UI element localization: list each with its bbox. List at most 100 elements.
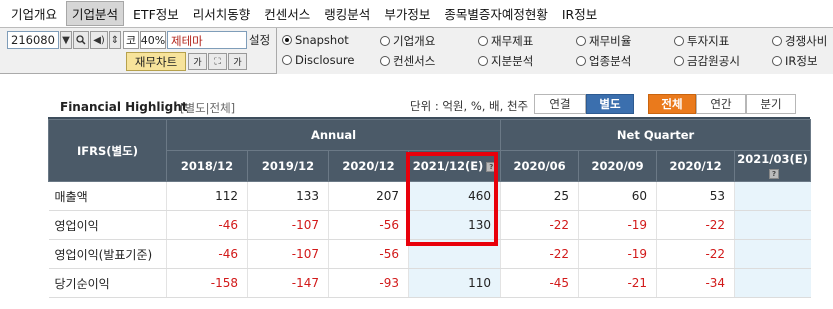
radio-dot xyxy=(576,36,586,46)
header-ifrs: IFRS(별도) xyxy=(48,119,167,182)
theme-name-field[interactable]: 제테마 xyxy=(167,31,247,49)
table-cell: -22 xyxy=(500,210,579,240)
row-label: 영업이익(발표기준) xyxy=(48,239,167,269)
table-cell: 112 xyxy=(166,181,248,211)
table-cell: -34 xyxy=(656,268,735,298)
radio-dot xyxy=(282,55,292,65)
menu-item-etf-info[interactable]: ETF정보 xyxy=(128,2,184,25)
dropdown-arrow-icon[interactable]: ▼ xyxy=(60,31,72,49)
row-label: 매출액 xyxy=(48,181,167,211)
table-cell: 460 xyxy=(407,181,501,211)
radio-competitor-compare[interactable]: 경쟁사비 xyxy=(772,33,827,49)
radio-consensus[interactable]: 컨센서스 xyxy=(380,53,435,69)
table-cell xyxy=(407,239,501,269)
menu-item-consensus[interactable]: 컨센서스 xyxy=(259,2,315,25)
radio-dot xyxy=(674,36,684,46)
table-cell: -19 xyxy=(578,239,657,269)
annual-button[interactable]: 연간 xyxy=(696,94,746,114)
table-row: 매출액 112 133 207 460 25 60 53 xyxy=(48,181,811,211)
percent-label: 40% xyxy=(140,31,166,49)
table-cell: 130 xyxy=(407,210,501,240)
column-header: 2019/12 xyxy=(247,150,329,182)
table-cell: 110 xyxy=(407,268,501,298)
separate-button[interactable]: 별도 xyxy=(586,94,634,114)
column-header: 2020/12 xyxy=(656,150,736,182)
column-header-estimate: 2021/03(E)? xyxy=(734,150,812,182)
table-row: 영업이익(발표기준) -46 -107 -56 -22 -19 -22 xyxy=(48,239,811,269)
menu-item-company-analysis[interactable]: 기업분석 xyxy=(66,1,125,26)
header-annual: Annual xyxy=(165,119,502,151)
table-cell: -107 xyxy=(247,210,329,240)
radio-fss-disclosure[interactable]: 금감원공시 xyxy=(674,53,740,69)
table-row: 당기순이익 -158 -147 -93 110 -45 -21 -34 xyxy=(48,268,811,298)
stock-code-input[interactable]: 216080 xyxy=(7,31,59,49)
table-cell: 207 xyxy=(328,181,409,211)
table-cell: -45 xyxy=(500,268,579,298)
table-cell xyxy=(734,181,811,211)
info-icon[interactable]: ? xyxy=(769,168,780,179)
settings-link[interactable]: 설정 xyxy=(249,32,270,48)
table-cell: -46 xyxy=(166,210,248,240)
row-label: 당기순이익 xyxy=(48,268,167,298)
menu-item-ir-info[interactable]: IR정보 xyxy=(557,2,602,25)
radio-company-overview[interactable]: 기업개요 xyxy=(380,33,435,49)
header-net-quarter: Net Quarter xyxy=(500,119,812,151)
table-cell: -107 xyxy=(247,239,329,269)
row-label: 영업이익 xyxy=(48,210,167,240)
table-cell xyxy=(734,210,811,240)
radio-financial-ratios[interactable]: 재무비율 xyxy=(576,33,631,49)
radio-snapshot[interactable]: Snapshot xyxy=(282,33,349,47)
radio-dot xyxy=(380,36,390,46)
table-cell: -147 xyxy=(247,268,329,298)
ko-label: 코 xyxy=(123,31,139,49)
table-cell: 25 xyxy=(500,181,579,211)
unit-label: 단위 : 억원, %, 배, 천주 xyxy=(410,99,529,113)
menu-item-ranking[interactable]: 랭킹분석 xyxy=(319,2,375,25)
radio-shareholding[interactable]: 지분분석 xyxy=(478,53,533,69)
column-header: 2018/12 xyxy=(166,150,248,182)
table-cell: -22 xyxy=(500,239,579,269)
search-icon[interactable] xyxy=(73,31,89,49)
column-header-estimate: 2021/12(E)? xyxy=(407,150,502,182)
section-subtitle: [별도|전체] xyxy=(180,101,236,115)
info-icon[interactable]: ? xyxy=(486,161,497,172)
font-size-up-button[interactable]: 가 xyxy=(228,53,247,70)
radio-investment-indicators[interactable]: 투자지표 xyxy=(674,33,729,49)
content-area: Financial Highlight [별도|전체] 단위 : 억원, %, … xyxy=(0,75,833,309)
menu-item-capital-increase[interactable]: 종목별증자예정현황 xyxy=(439,2,553,25)
menu-item-company-overview[interactable]: 기업개요 xyxy=(6,2,62,25)
radio-ir-info[interactable]: IR정보 xyxy=(772,53,818,69)
radio-dot xyxy=(674,56,684,66)
radio-dot xyxy=(772,36,782,46)
menu-item-research[interactable]: 리서치동향 xyxy=(188,2,256,25)
fit-window-icon[interactable]: ⛶ xyxy=(208,53,227,70)
speaker-icon[interactable]: ◀) xyxy=(90,31,108,49)
top-menu-bar: 기업개요 기업분석 ETF정보 리서치동향 컨센서스 랭킹분석 부가정보 종목별… xyxy=(0,0,833,28)
table-cell: -19 xyxy=(578,210,657,240)
table-row: 영업이익 -46 -107 -56 130 -22 -19 -22 xyxy=(48,210,811,240)
radio-dot xyxy=(478,36,488,46)
font-size-down-button[interactable]: 가 xyxy=(188,53,207,70)
spin-arrows-icon[interactable]: ⇕ xyxy=(109,31,121,49)
table-cell: 53 xyxy=(656,181,735,211)
radio-industry-analysis[interactable]: 업종분석 xyxy=(576,53,631,69)
table-cell: -56 xyxy=(328,239,409,269)
table-cell: -93 xyxy=(328,268,409,298)
table-cell xyxy=(734,239,811,269)
table-cell: -56 xyxy=(328,210,409,240)
financial-highlight-table: IFRS(별도) Annual Net Quarter 2018/12 2019… xyxy=(48,119,812,298)
radio-dot xyxy=(576,56,586,66)
menu-item-extra-info[interactable]: 부가정보 xyxy=(379,2,435,25)
radio-dot xyxy=(772,56,782,66)
quarter-button[interactable]: 분기 xyxy=(746,94,796,114)
radio-financial-statements[interactable]: 재무제표 xyxy=(478,33,533,49)
table-cell xyxy=(734,268,811,298)
table-cell: -21 xyxy=(578,268,657,298)
financial-chart-button[interactable]: 재무차트 xyxy=(126,52,186,71)
consolidated-button[interactable]: 연결 xyxy=(534,94,586,114)
table-cell: -22 xyxy=(656,239,735,269)
all-period-button[interactable]: 전체 xyxy=(648,94,696,114)
table-cell: 133 xyxy=(247,181,329,211)
section-title: Financial Highlight xyxy=(60,100,188,114)
radio-disclosure[interactable]: Disclosure xyxy=(282,53,354,67)
